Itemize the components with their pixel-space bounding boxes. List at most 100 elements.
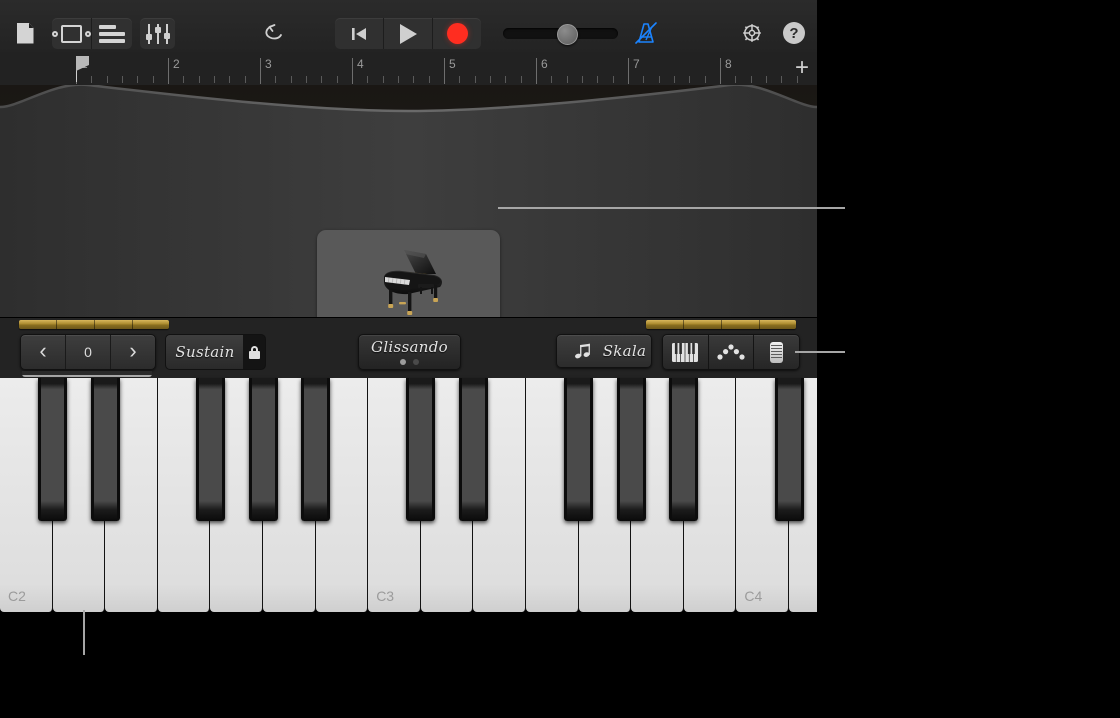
beat-tick [290, 76, 292, 83]
beat-tick [428, 76, 430, 83]
toolbar: ? [0, 0, 817, 53]
beat-tick [122, 76, 123, 83]
volume-slider[interactable] [503, 24, 618, 45]
sustain-control[interactable]: Sustain [165, 334, 266, 370]
page-dot-1[interactable] [400, 359, 406, 365]
bar-marker [444, 58, 445, 84]
record-icon [446, 23, 468, 44]
beat-tick [566, 76, 568, 83]
octave-stepper[interactable]: ‹ 0 › [20, 334, 156, 370]
glissando-button[interactable]: Glissando [358, 334, 461, 370]
bar-number: 5 [449, 57, 456, 71]
bar-marker [260, 58, 261, 84]
beat-tick [658, 76, 660, 83]
document-button[interactable] [12, 18, 38, 48]
sustain-lock-button[interactable] [243, 334, 266, 370]
beat-tick [336, 76, 338, 83]
tracks-view-button[interactable] [52, 18, 91, 49]
beat-tick [275, 76, 277, 83]
list-view-icon [99, 24, 125, 43]
beat-tick [137, 76, 139, 83]
record-button[interactable] [433, 18, 481, 49]
octave-value: 0 [84, 344, 92, 360]
beat-tick [490, 76, 491, 83]
bar-marker [352, 58, 353, 84]
add-track-button[interactable]: + [795, 56, 809, 80]
beat-tick [229, 76, 231, 83]
black-key[interactable] [616, 378, 646, 521]
beat-tick [459, 76, 461, 83]
beat-tick [91, 76, 93, 83]
black-key[interactable] [38, 378, 68, 521]
black-key[interactable] [301, 378, 331, 521]
settings-button[interactable] [739, 18, 765, 48]
screenshot-root: ? 12345678 + [0, 0, 1120, 718]
play-button[interactable] [384, 18, 432, 49]
timeline-ruler[interactable]: 12345678 [0, 52, 817, 86]
playhead[interactable] [76, 56, 89, 82]
key-strip-view-icon [770, 341, 784, 363]
bar-marker [536, 58, 537, 84]
playhead-flag [76, 56, 89, 71]
black-key[interactable] [669, 378, 699, 521]
list-view-button[interactable] [92, 18, 132, 49]
piano-keyboard[interactable]: C2 C3 C4 [0, 378, 817, 612]
settings-gear-icon [743, 24, 761, 42]
beat-tick [674, 76, 675, 83]
key-label: C3 [376, 588, 395, 604]
beat-tick [750, 76, 752, 83]
beat-tick [306, 76, 307, 83]
black-key[interactable] [195, 378, 225, 521]
beat-tick [520, 76, 522, 83]
beat-tick [582, 76, 583, 83]
volume-slider-knob[interactable] [557, 24, 578, 45]
instrument-panel: Grand Piano [0, 85, 817, 317]
sustain-pad[interactable]: Sustain [165, 334, 245, 370]
bar-marker [628, 58, 629, 84]
mixer-faders-icon [145, 23, 170, 44]
sustain-label: Sustain [175, 343, 235, 361]
rewind-button[interactable] [335, 18, 383, 49]
black-key[interactable] [564, 378, 594, 521]
scale-button[interactable]: Skala [556, 334, 652, 368]
rewind-icon [352, 27, 366, 40]
black-key[interactable] [248, 378, 278, 521]
undo-button[interactable] [262, 18, 288, 48]
beat-tick [382, 76, 384, 83]
callout-line-keyrange [83, 610, 85, 655]
eighth-notes-icon [574, 343, 590, 358]
bar-number: 8 [725, 57, 732, 71]
mixer-button[interactable] [140, 18, 175, 49]
bar-number: 2 [173, 57, 180, 71]
metronome-button[interactable] [633, 18, 659, 48]
help-icon: ? [783, 22, 805, 44]
instrument-card[interactable]: Grand Piano [317, 230, 500, 317]
key-range-indicator [22, 371, 152, 377]
black-key[interactable] [458, 378, 488, 521]
key-label: C2 [8, 588, 26, 604]
keyboard-view-button[interactable] [663, 335, 708, 369]
beat-tick [244, 76, 246, 83]
scale-label: Skala [602, 342, 647, 360]
garageband-window: ? 12345678 + [0, 0, 817, 612]
octave-next-button[interactable]: › [111, 335, 155, 369]
arpeggiator-view-icon [717, 344, 745, 360]
key-strip-view-button[interactable] [754, 335, 799, 369]
octave-previous-button[interactable]: ‹ [21, 335, 65, 369]
document-icon [16, 22, 34, 44]
help-button[interactable]: ? [782, 18, 806, 48]
beat-tick [551, 76, 553, 83]
bar-number: 4 [357, 57, 364, 71]
page-dot-2[interactable] [413, 359, 419, 365]
beat-tick [398, 76, 399, 83]
black-key[interactable] [406, 378, 436, 521]
beat-tick [766, 76, 767, 83]
black-key[interactable] [774, 378, 804, 521]
arpeggiator-view-button[interactable] [709, 335, 754, 369]
glissando-page-dots[interactable] [359, 359, 460, 365]
beat-tick [152, 76, 154, 83]
bar-marker [168, 58, 169, 84]
black-key[interactable] [90, 378, 120, 521]
ruler-bars: 12345678 [76, 52, 817, 85]
play-icon [399, 23, 417, 44]
